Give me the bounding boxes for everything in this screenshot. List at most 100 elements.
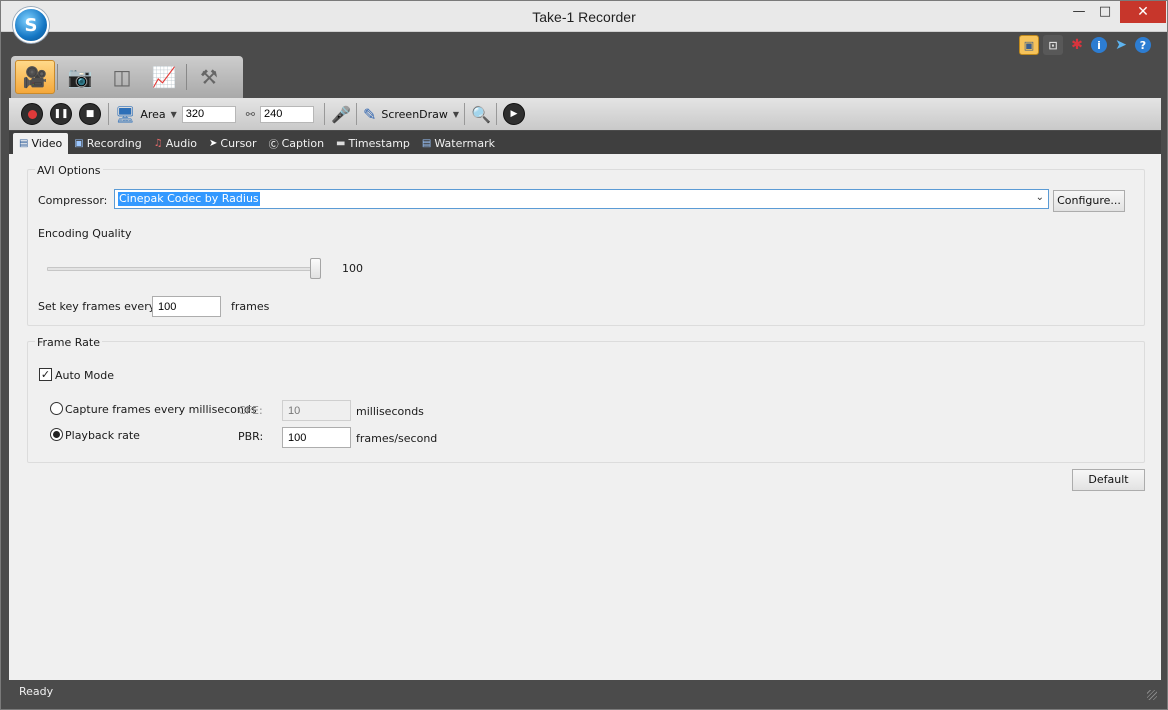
record-button[interactable] [21,103,43,125]
pen-icon: ✎ [362,104,377,124]
settings-tabs: ▤ Video ▣ Recording ♫ Audio ➤ Cursor Ⓒ Captio… [9,131,1161,154]
quality-slider-track[interactable] [47,267,319,271]
resize-grip-icon[interactable] [1147,690,1157,700]
photo-camera-icon[interactable]: 📷 [60,60,100,94]
brand-logo-icon[interactable]: ➤ [1111,35,1131,55]
zoom-icon[interactable]: 🔍 [471,105,491,124]
capture-label[interactable]: Capture frames every milliseconds [65,403,257,416]
status-text: Ready [19,685,54,698]
maximize-icon: □ [1098,4,1112,19]
encoding-quality-label: Encoding Quality [38,227,132,240]
title-bar: Take-1 Recorder — □ ✕ [1,1,1167,32]
tab-video[interactable]: ▤ Video [13,133,69,154]
group-title: AVI Options [35,164,103,177]
fit-screen-icon[interactable]: ⊡ [1043,35,1063,55]
keyframes-input[interactable] [152,296,221,317]
screendraw-dropdown[interactable]: ScreenDraw [381,108,448,121]
height-input[interactable] [260,105,315,123]
video-settings-panel: AVI Options Compressor: Cinepak Codec by… [9,154,1161,680]
tab-label: Cursor [220,137,257,150]
compressor-select[interactable]: Cinepak Codec by Radius ⌄ [114,189,1049,209]
cfe-input[interactable] [282,400,351,421]
microphone-icon[interactable]: 🎤 [331,105,351,124]
status-bar: Ready [9,680,1161,702]
tab-label: Recording [86,137,142,150]
pbr-label: PBR: [238,430,264,443]
audio-icon: ♫ [153,138,163,149]
monitor-icon: 🖥 [115,104,136,124]
window-title: Take-1 Recorder [532,9,636,25]
configure-button[interactable]: Configure... [1053,190,1125,212]
mode-separator [57,64,58,90]
toolbar-separator [495,103,497,125]
chevron-down-icon[interactable]: ▼ [453,110,459,119]
auto-mode-checkbox[interactable]: ✓ [39,368,52,381]
close-button[interactable]: ✕ [1120,1,1166,23]
app-window: Take-1 Recorder — □ ✕ S ▣ ⊡ ✱ i ➤ ? 🎥 📷 … [0,0,1168,710]
pause-button[interactable]: ❚❚ [50,103,72,125]
area-dropdown[interactable]: Area [140,108,165,121]
video-camera-icon[interactable]: 🎥 [15,60,55,94]
app-logo-icon: S [13,7,49,43]
toolbar-separator [355,103,357,125]
chevron-down-icon[interactable]: ▼ [171,110,177,119]
tab-label: Video [31,137,63,150]
compressor-value: Cinepak Codec by Radius [118,192,260,206]
default-button[interactable]: Default [1072,469,1145,491]
mode-separator [186,64,187,90]
quality-slider-thumb[interactable] [310,258,321,279]
quality-value: 100 [342,262,363,275]
toolbar-separator [464,103,466,125]
tab-cursor[interactable]: ➤ Cursor [203,133,263,154]
mode-tabs: 🎥 📷 ◫ 📈 ⚒ [11,56,243,98]
recording-icon: ▣ [74,138,84,149]
toolbar-separator [324,103,326,125]
pbr-input[interactable] [282,427,351,448]
play-button[interactable]: ▶ [502,103,525,125]
pause-icon: ❚❚ [53,109,69,119]
frame-rate-group: Frame Rate [27,336,1145,463]
cfe-label: CFE: [238,404,263,417]
tab-label: Caption [281,137,325,150]
film-icon: ▤ [19,138,29,149]
timestamp-icon: ▬ [336,138,346,149]
window-mode-icon[interactable]: ▣ [1019,35,1039,55]
tab-audio[interactable]: ♫ Audio [148,133,203,154]
help-icon[interactable]: ? [1135,37,1151,53]
stop-icon: ■ [85,109,95,119]
maximize-button[interactable]: □ [1090,1,1120,23]
compressor-label: Compressor: [38,194,108,207]
keyframes-unit: frames [231,300,270,313]
tab-label: Watermark [434,137,496,150]
tab-label: Timestamp [348,137,410,150]
top-right-icons: ▣ ⊡ ✱ i ➤ ? [1019,35,1151,55]
toolbar: ❚❚ ■ 🖥 Area ▼ ⚯ 🎤 ✎ ScreenDraw ▼ 🔍 ▶ [9,98,1161,130]
width-input[interactable] [181,105,236,123]
auto-mode-label[interactable]: Auto Mode [55,369,114,382]
bug-report-icon[interactable]: ✱ [1067,35,1087,55]
close-icon: ✕ [1137,4,1149,20]
keyframes-label: Set key frames every [38,300,156,313]
tab-label: Audio [165,137,197,150]
playback-radio[interactable] [50,428,63,441]
stop-button[interactable]: ■ [79,103,101,125]
group-title: Frame Rate [35,336,102,349]
play-icon: ▶ [510,109,518,119]
tab-watermark[interactable]: ▤ Watermark [416,133,501,154]
tab-timestamp[interactable]: ▬ Timestamp [330,133,416,154]
link-icon: ⚯ [245,107,256,121]
chevron-down-icon[interactable]: ⌄ [1036,192,1044,203]
webcam-icon[interactable]: ◫ [102,60,142,94]
minimize-icon: — [1072,4,1086,19]
pbr-unit: frames/second [356,432,438,445]
chart-edit-icon[interactable]: 📈 [144,60,184,94]
watermark-icon: ▤ [421,138,432,149]
tab-recording[interactable]: ▣ Recording [68,133,147,154]
tab-caption[interactable]: Ⓒ Caption [263,133,330,154]
tools-icon[interactable]: ⚒ [189,60,229,94]
info-icon[interactable]: i [1091,37,1107,53]
cursor-icon: ➤ [209,138,218,149]
capture-radio[interactable] [50,402,63,415]
caption-icon: Ⓒ [268,140,279,151]
playback-label[interactable]: Playback rate [65,429,140,442]
